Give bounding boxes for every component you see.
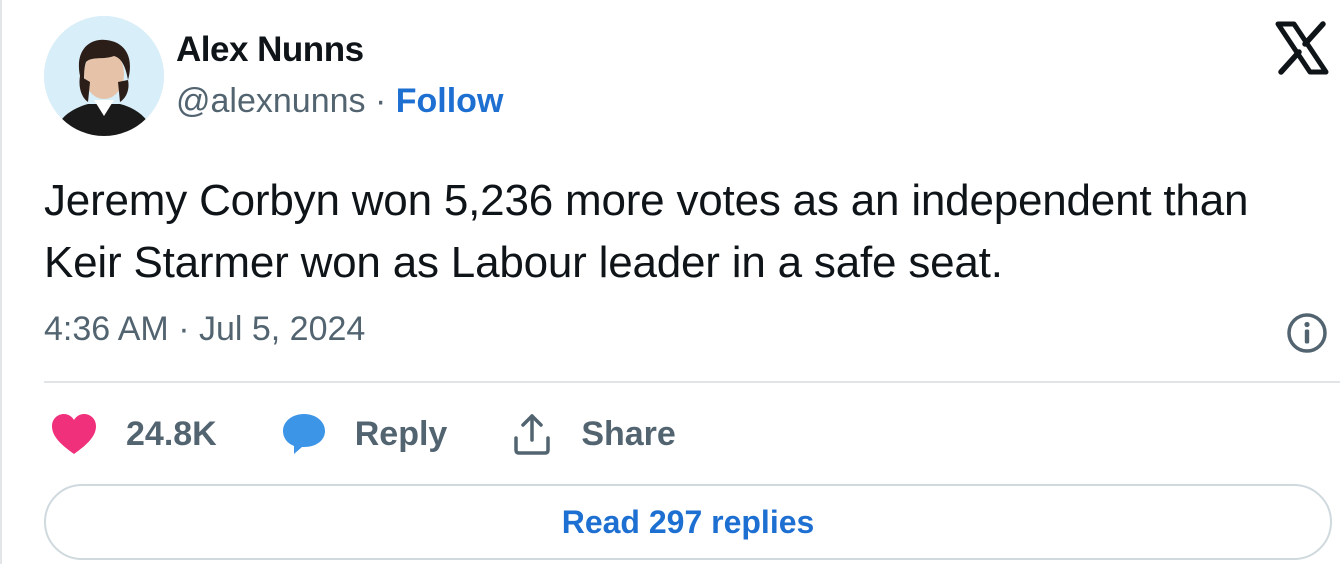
speech-bubble-icon bbox=[282, 414, 325, 454]
reply-button[interactable]: Reply bbox=[281, 412, 448, 456]
x-logo-icon[interactable] bbox=[1274, 20, 1330, 76]
tweet-timestamp[interactable]: 4:36 AM · Jul 5, 2024 bbox=[44, 310, 365, 349]
author-avatar[interactable] bbox=[44, 16, 164, 136]
like-button[interactable]: 24.8K bbox=[50, 412, 217, 456]
author-handle-line: @alexnunns · Follow bbox=[176, 82, 503, 121]
avatar-photo bbox=[44, 16, 164, 136]
author-handle[interactable]: @alexnunns bbox=[176, 82, 366, 120]
follow-button[interactable]: Follow bbox=[396, 82, 504, 120]
tweet-actions: 24.8K Reply Share bbox=[50, 408, 740, 460]
handle-separator: · bbox=[365, 82, 396, 120]
tweet-embed-card: Alex Nunns @alexnunns · Follow Jeremy Co… bbox=[0, 0, 1340, 564]
divider bbox=[44, 381, 1340, 383]
reply-label: Reply bbox=[354, 414, 448, 453]
share-icon bbox=[514, 414, 551, 455]
read-replies-button[interactable]: Read 297 replies bbox=[44, 484, 1332, 560]
tweet-text: Jeremy Corbyn won 5,236 more votes as an… bbox=[44, 176, 1249, 287]
share-label: Share bbox=[581, 414, 676, 453]
info-icon[interactable] bbox=[1286, 312, 1328, 354]
read-replies-label: Read 297 replies bbox=[561, 503, 815, 540]
heart-icon bbox=[52, 414, 96, 454]
author-name[interactable]: Alex Nunns bbox=[176, 30, 364, 70]
share-button[interactable]: Share bbox=[511, 412, 676, 456]
like-count: 24.8K bbox=[126, 414, 217, 453]
